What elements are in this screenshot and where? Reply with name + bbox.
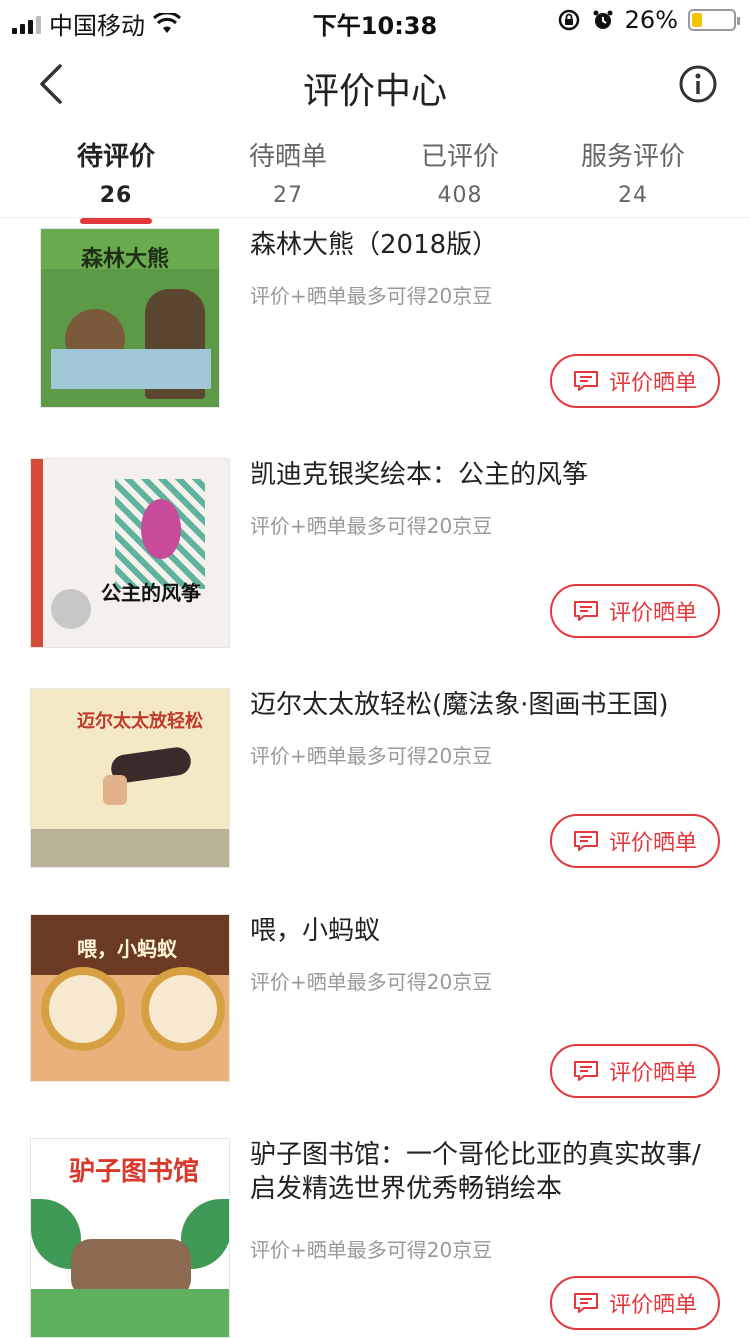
tab-count: 408 bbox=[437, 183, 483, 208]
rotation-lock-icon bbox=[558, 9, 579, 31]
status-right: 26% bbox=[557, 6, 740, 34]
cover-title: 公主的风筝 bbox=[101, 581, 201, 605]
review-button-label: 评价晒单 bbox=[608, 371, 697, 396]
tab-reviewed[interactable]: 已评价 408 bbox=[380, 136, 540, 208]
product-name[interactable]: 凯迪克银奖绘本：公主的风筝 bbox=[250, 458, 722, 492]
battery-icon bbox=[688, 9, 740, 31]
comment-icon bbox=[573, 1061, 598, 1081]
product-name[interactable]: 迈尔太太放轻松(魔法象·图画书王国) bbox=[250, 688, 722, 722]
book-cover[interactable]: 公主的风筝 bbox=[30, 458, 230, 648]
reward-hint: 评价+晒单最多可得20京豆 bbox=[250, 1238, 493, 1262]
tab-label: 服务评价 bbox=[580, 142, 685, 172]
alarm-icon bbox=[593, 10, 613, 29]
reward-hint: 评价+晒单最多可得20京豆 bbox=[250, 514, 493, 538]
reward-hint: 评价+晒单最多可得20京豆 bbox=[250, 284, 493, 308]
tab-count: 26 bbox=[99, 183, 133, 208]
comment-icon bbox=[573, 831, 598, 851]
book-cover[interactable]: 喂，小蚂蚁 bbox=[30, 914, 230, 1082]
review-button[interactable]: 评价晒单 bbox=[550, 1044, 720, 1098]
status-bar: 中国移动 下午10:38 26% bbox=[0, 0, 750, 40]
tab-pending-showcase[interactable]: 待晒单 27 bbox=[208, 136, 368, 208]
review-button[interactable]: 评价晒单 bbox=[550, 584, 720, 638]
tab-label: 待晒单 bbox=[248, 142, 327, 172]
battery-percent: 26% bbox=[624, 6, 678, 34]
book-cover[interactable]: 驴子图书馆 bbox=[30, 1138, 230, 1338]
tab-count: 24 bbox=[618, 183, 648, 208]
product-name[interactable]: 喂，小蚂蚁 bbox=[250, 914, 722, 948]
nav-bar: 评价中心 bbox=[0, 40, 750, 128]
page-title: 评价中心 bbox=[302, 71, 447, 112]
review-button-label: 评价晒单 bbox=[608, 601, 697, 626]
review-button[interactable]: 评价晒单 bbox=[550, 1276, 720, 1330]
product-name[interactable]: 森林大熊（2018版） bbox=[250, 228, 722, 262]
review-button[interactable]: 评价晒单 bbox=[550, 814, 720, 868]
tab-count: 27 bbox=[273, 183, 303, 208]
cover-title: 驴子图书馆 bbox=[69, 1157, 200, 1187]
tab-bar: 待评价 26 待晒单 27 已评价 408 服务评价 24 bbox=[0, 128, 750, 224]
review-button-label: 评价晒单 bbox=[608, 831, 697, 856]
list-item: 喂，小蚂蚁 喂，小蚂蚁 评价+晒单最多可得20京豆 评价晒单 bbox=[0, 908, 750, 1138]
cover-title: 迈尔太太放轻松 bbox=[77, 711, 203, 732]
tab-label: 已评价 bbox=[420, 142, 499, 172]
battery-level bbox=[692, 13, 703, 27]
review-button-label: 评价晒单 bbox=[608, 1061, 697, 1086]
list-item: 森林大熊 森林大熊（2018版） 评价+晒单最多可得20京豆 评价晒单 bbox=[0, 218, 750, 448]
tab-label: 待评价 bbox=[76, 142, 155, 172]
info-icon[interactable] bbox=[678, 64, 718, 104]
reward-hint: 评价+晒单最多可得20京豆 bbox=[250, 970, 493, 994]
book-cover[interactable]: 迈尔太太放轻松 bbox=[30, 688, 230, 868]
cover-title: 森林大熊 bbox=[81, 246, 170, 272]
list-item: 公主的风筝 凯迪克银奖绘本：公主的风筝 评价+晒单最多可得20京豆 评价晒单 bbox=[0, 448, 750, 678]
order-list: 森林大熊 森林大熊（2018版） 评价+晒单最多可得20京豆 评价晒单 公主的风… bbox=[0, 218, 750, 1338]
list-item: 驴子图书馆 驴子图书馆：一个哥伦比亚的真实故事/启发精选世界优秀畅销绘本 评价+… bbox=[0, 1138, 750, 1338]
reward-hint: 评价+晒单最多可得20京豆 bbox=[250, 744, 493, 768]
list-item: 迈尔太太放轻松 迈尔太太放轻松(魔法象·图画书王国) 评价+晒单最多可得20京豆… bbox=[0, 678, 750, 908]
review-button[interactable]: 评价晒单 bbox=[550, 354, 720, 408]
review-button-label: 评价晒单 bbox=[608, 1293, 697, 1318]
cover-title: 喂，小蚂蚁 bbox=[77, 937, 177, 961]
product-name[interactable]: 驴子图书馆：一个哥伦比亚的真实故事/启发精选世界优秀畅销绘本 bbox=[250, 1138, 722, 1206]
comment-icon bbox=[573, 1293, 598, 1313]
tab-service-review[interactable]: 服务评价 24 bbox=[553, 136, 713, 208]
book-cover[interactable]: 森林大熊 bbox=[40, 228, 220, 408]
comment-icon bbox=[573, 601, 598, 621]
tab-pending-review[interactable]: 待评价 26 bbox=[36, 136, 196, 224]
comment-icon bbox=[573, 371, 598, 391]
